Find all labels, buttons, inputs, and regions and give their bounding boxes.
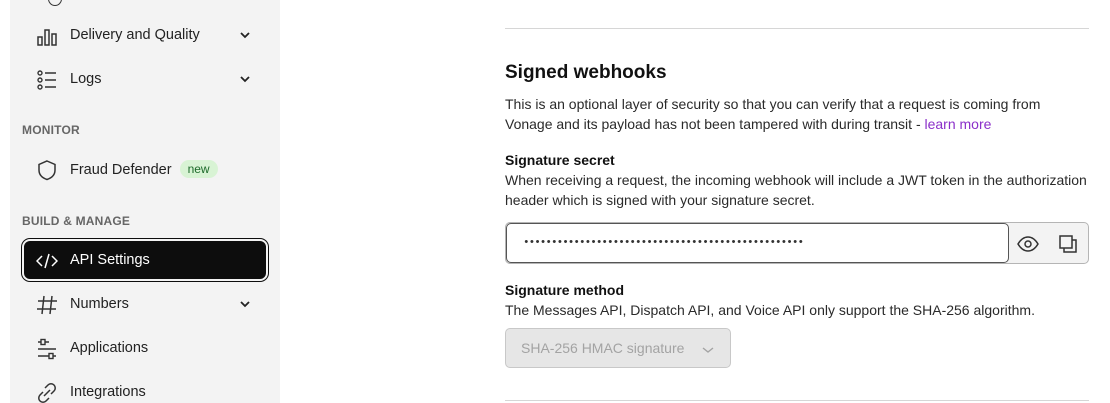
section-heading-monitor: MONITOR [22,123,80,137]
show-secret-eye-icon[interactable] [1015,231,1041,257]
bar-chart-icon [36,25,58,47]
chevron-down-icon[interactable] [238,72,252,86]
app-root: Delivery and Quality Logs MONITOR Fraud … [0,0,1110,403]
applications-icon [36,338,58,360]
list-icon [36,69,58,91]
code-icon [36,250,58,272]
partial-nav-icon [48,0,62,6]
section-description: This is an optional layer of security so… [505,94,1089,134]
signature-method-help: The Messages API, Dispatch API, and Voic… [505,302,1035,318]
copy-icon[interactable] [1055,231,1081,257]
selected-value: SHA-256 HMAC signature [521,340,685,356]
link-icon [36,382,58,403]
sidebar-item-label: Fraud Defender [70,162,172,178]
sidebar-item-label: Applications [70,340,149,356]
sidebar-item-fraud-defender[interactable]: Fraud Defender new [24,150,266,188]
sidebar-item-label: Delivery and Quality [70,27,200,43]
learn-more-link[interactable]: learn more [925,116,992,132]
sidebar: Delivery and Quality Logs MONITOR Fraud … [10,0,280,403]
signature-secret-help: When receiving a request, the incoming w… [505,172,1087,208]
signature-method-select[interactable]: SHA-256 HMAC signature [505,328,731,368]
signature-secret-field [505,222,1089,264]
sidebar-item-delivery-and-quality[interactable]: Delivery and Quality [24,16,266,54]
divider [505,28,1089,29]
sidebar-item-label: API Settings [70,252,150,268]
hash-icon [36,294,58,316]
chevron-down-icon[interactable] [238,28,252,42]
sidebar-item-api-settings[interactable]: API Settings [24,241,266,279]
signature-method-label: Signature method [505,282,625,298]
main-content: Signed webhooks This is an optional laye… [505,0,1089,403]
chevron-down-icon[interactable] [238,297,252,311]
chevron-down-icon [702,347,714,353]
signature-secret-label: Signature secret [505,152,615,168]
left-gutter [0,0,10,403]
sidebar-item-logs[interactable]: Logs [24,60,266,98]
sidebar-item-integrations[interactable]: Integrations [24,373,266,403]
sidebar-item-applications[interactable]: Applications [24,329,266,367]
sidebar-item-label: Logs [70,71,102,87]
sidebar-item-label-wrap: Fraud Defender new [70,160,218,178]
sidebar-item-numbers[interactable]: Numbers [24,285,266,323]
section-title: Signed webhooks [505,62,667,83]
sidebar-item-label: Integrations [70,384,146,400]
divider [505,400,1089,401]
signature-secret-input[interactable] [506,223,1009,263]
shield-icon [36,159,58,181]
sidebar-item-label: Numbers [70,296,129,312]
section-heading-build-manage: BUILD & MANAGE [22,214,131,228]
new-badge: new [179,160,218,178]
